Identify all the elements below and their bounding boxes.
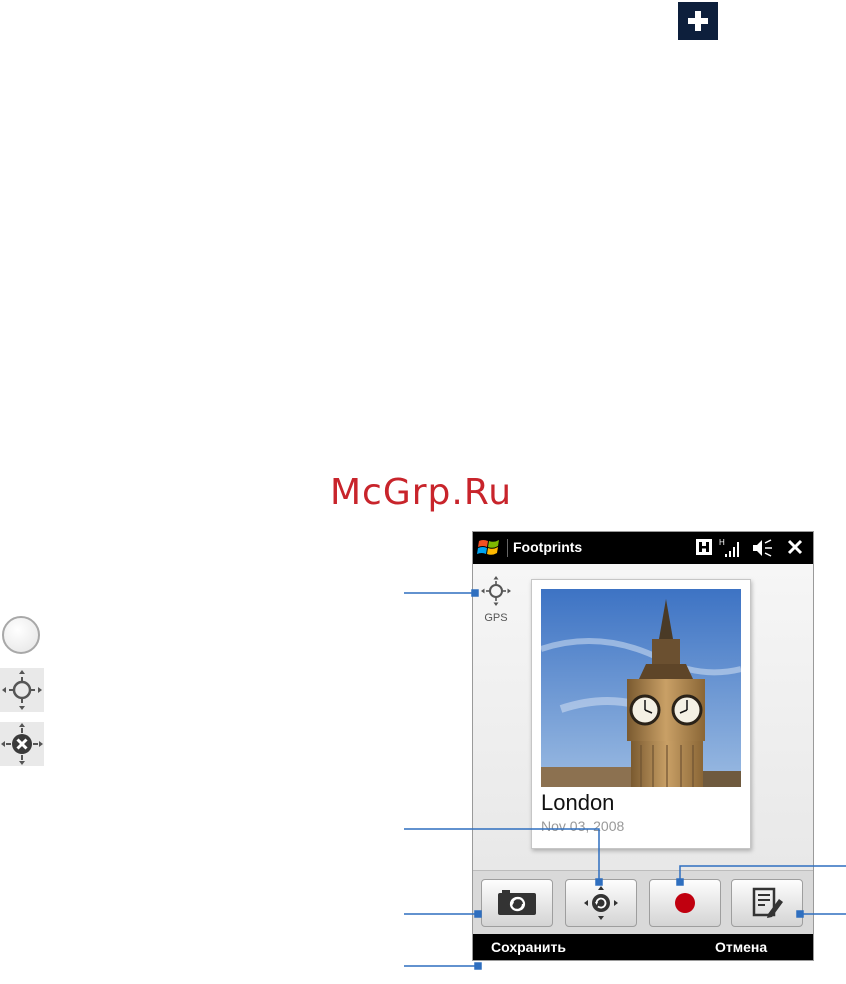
phone-screen: Footprints H GPS London Nov 03, 2008 Сох… xyxy=(472,531,814,961)
gps-label: GPS xyxy=(484,612,508,624)
edit-note-icon xyxy=(752,887,783,918)
footprint-date: Nov 03, 2008 xyxy=(541,818,625,834)
record-icon xyxy=(675,893,695,913)
record-button[interactable] xyxy=(649,879,721,927)
footprint-title: London xyxy=(541,790,615,815)
camera-switch-button[interactable] xyxy=(481,879,553,927)
title-bar: Footprints H xyxy=(473,532,813,564)
edit-note-button[interactable] xyxy=(731,879,803,927)
softkey-bar: Сохранить Отмена xyxy=(473,934,813,960)
footprint-card[interactable]: London Nov 03, 2008 xyxy=(531,579,751,849)
gps-failed-icon xyxy=(0,722,44,766)
svg-text:H: H xyxy=(719,538,725,547)
volume-muted-icon xyxy=(753,539,772,557)
cancel-softkey[interactable]: Отмена xyxy=(715,939,767,955)
camera-switch-icon xyxy=(498,890,536,915)
title-separator xyxy=(507,539,508,557)
app-title: Footprints xyxy=(513,539,583,555)
footprint-toolbar xyxy=(473,870,813,935)
big-ben-photo xyxy=(541,589,741,787)
signal-strength-icon: H xyxy=(719,538,739,557)
close-icon[interactable] xyxy=(785,537,805,557)
save-softkey[interactable]: Сохранить xyxy=(491,939,566,955)
gps-off-icon xyxy=(2,616,40,654)
watermark-text: McGrp.Ru xyxy=(330,472,513,513)
gps-refresh-icon xyxy=(584,886,618,920)
gps-status-icon xyxy=(481,576,511,606)
gps-refresh-button[interactable] xyxy=(565,879,637,927)
windows-start-icon[interactable] xyxy=(477,537,503,559)
keyboard-lock-icon xyxy=(696,539,712,555)
plus-icon xyxy=(678,2,718,40)
footprint-content: GPS London Nov 03, 2008 xyxy=(473,564,813,870)
gps-on-icon xyxy=(0,668,44,712)
